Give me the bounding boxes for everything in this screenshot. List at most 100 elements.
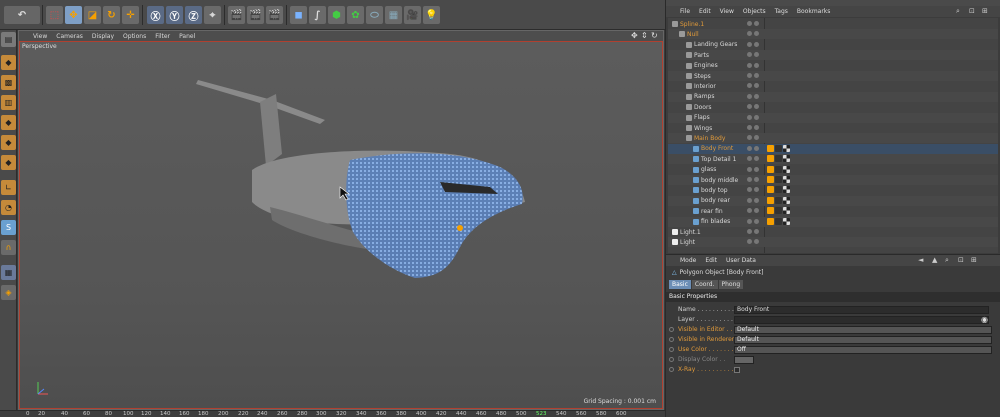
- render-visibility-dot[interactable]: [754, 166, 759, 172]
- tweak-mode-icon[interactable]: ◔: [1, 200, 16, 215]
- render-visibility-dot[interactable]: [754, 31, 759, 37]
- transform-icon[interactable]: ✛: [122, 6, 139, 24]
- array-icon[interactable]: ✿: [347, 6, 364, 24]
- editor-visibility-dot[interactable]: [747, 218, 752, 224]
- editor-visibility-dot[interactable]: [747, 83, 752, 89]
- edges-mode-icon[interactable]: ◆: [1, 135, 16, 150]
- coordinate-system-icon[interactable]: ⌖: [204, 6, 221, 24]
- scale-icon[interactable]: ◪: [84, 6, 101, 24]
- search-icon[interactable]: ⌕: [956, 7, 960, 16]
- editor-visibility-dot[interactable]: [747, 229, 752, 234]
- model-mode-icon[interactable]: ◆: [1, 55, 16, 70]
- material-tag-icon[interactable]: [775, 217, 782, 225]
- om-menu-bookmarks[interactable]: Bookmarks: [797, 8, 831, 15]
- phong-tag-icon[interactable]: [767, 176, 774, 183]
- zoom-view-icon[interactable]: ⇕: [641, 31, 648, 40]
- back-arrow-icon[interactable]: ◄: [918, 256, 923, 264]
- magnet-icon[interactable]: ∩: [1, 240, 16, 255]
- render-visibility-dot[interactable]: [754, 125, 759, 130]
- render-visibility-dot[interactable]: [754, 52, 759, 58]
- cube-icon[interactable]: ◼: [290, 6, 307, 24]
- render-visibility-dot[interactable]: [754, 62, 759, 68]
- render-visibility-dot[interactable]: [754, 104, 759, 110]
- viewport-menu-display[interactable]: Display: [92, 33, 114, 40]
- render-visibility-dot[interactable]: [754, 187, 759, 193]
- object-row[interactable]: Interior: [668, 81, 998, 91]
- texture-tag-icon[interactable]: [783, 186, 790, 194]
- object-row[interactable]: Flaps: [668, 112, 998, 123]
- render-visibility-dot[interactable]: [754, 177, 759, 182]
- render-visibility-dot[interactable]: [754, 156, 759, 162]
- render-visibility-dot[interactable]: [754, 73, 759, 78]
- display-color-swatch[interactable]: [734, 356, 754, 364]
- material-tag-icon[interactable]: [775, 176, 782, 183]
- phong-tag-icon[interactable]: [767, 207, 774, 215]
- texture-tag-icon[interactable]: [783, 207, 790, 215]
- material-tag-icon[interactable]: [775, 155, 782, 163]
- material-tag-icon[interactable]: [775, 196, 782, 204]
- editor-visibility-dot[interactable]: [747, 31, 752, 37]
- animate-toggle-icon[interactable]: [669, 357, 674, 362]
- editor-visibility-dot[interactable]: [747, 187, 752, 193]
- polygons-mode-icon[interactable]: ◆: [1, 155, 16, 170]
- material-tag-icon[interactable]: [775, 144, 782, 152]
- object-row[interactable]: Parts: [668, 50, 998, 61]
- object-row[interactable]: Main Body: [668, 133, 998, 144]
- layer-field[interactable]: [734, 316, 989, 324]
- tab-coord[interactable]: Coord.: [691, 280, 718, 289]
- x-axis-icon[interactable]: Ⓧ: [147, 6, 164, 24]
- render-settings-icon[interactable]: 🎬: [266, 6, 283, 24]
- render-view-icon[interactable]: 🎬: [228, 6, 245, 24]
- rotate-icon[interactable]: ↻: [103, 6, 120, 24]
- camera-icon[interactable]: 🎥: [404, 6, 421, 24]
- viewport-menu-options[interactable]: Options: [123, 33, 146, 40]
- object-row[interactable]: body rear: [668, 195, 998, 206]
- editor-visibility-dot[interactable]: [747, 21, 752, 26]
- texture-tag-icon[interactable]: [783, 144, 790, 152]
- phong-tag-icon[interactable]: [767, 196, 774, 204]
- render-visibility-dot[interactable]: [754, 208, 759, 214]
- object-row[interactable]: Wings: [668, 123, 998, 133]
- tab-basic[interactable]: Basic: [669, 280, 691, 289]
- render-visibility-dot[interactable]: [754, 145, 759, 151]
- om-menu-view[interactable]: View: [720, 8, 734, 15]
- object-row[interactable]: Landing Gears: [668, 40, 998, 50]
- object-row[interactable]: glass: [668, 165, 998, 175]
- phong-tag-icon[interactable]: [767, 144, 774, 152]
- om-menu-edit[interactable]: Edit: [699, 8, 711, 15]
- live-select-icon[interactable]: ⬚: [46, 6, 63, 24]
- render-visibility-dot[interactable]: [754, 41, 759, 47]
- phong-tag-icon[interactable]: [767, 155, 774, 163]
- animate-toggle-icon[interactable]: [669, 327, 674, 332]
- make-editable-icon[interactable]: ▤: [1, 32, 16, 47]
- subdivision-surface-icon[interactable]: ⬢: [328, 6, 345, 24]
- up-arrow-icon[interactable]: ▲: [932, 256, 937, 264]
- editor-visibility-dot[interactable]: [747, 73, 752, 78]
- animate-toggle-icon[interactable]: [669, 337, 674, 342]
- material-tag-icon[interactable]: [775, 207, 782, 215]
- viewport-menu-filter[interactable]: Filter: [155, 33, 170, 40]
- rotate-view-icon[interactable]: ↻: [651, 31, 658, 40]
- viewport-menu-panel[interactable]: Panel: [179, 33, 195, 40]
- workplane-icon[interactable]: ▥: [1, 95, 16, 110]
- om-menu-tags[interactable]: Tags: [775, 8, 788, 15]
- object-row[interactable]: rear fin: [668, 206, 998, 216]
- viewport-menu-cameras[interactable]: Cameras: [56, 33, 83, 40]
- object-row[interactable]: Spline.1: [668, 19, 998, 29]
- object-row[interactable]: body top: [668, 185, 998, 195]
- lock-icon[interactable]: ⊡: [969, 7, 975, 15]
- visible-editor-select[interactable]: Default: [734, 326, 992, 334]
- object-row[interactable]: Top Detail 1: [668, 154, 998, 165]
- editor-visibility-dot[interactable]: [747, 41, 752, 47]
- use-color-select[interactable]: Off: [734, 346, 992, 354]
- texture-tag-icon[interactable]: [783, 217, 790, 225]
- visible-renderer-select[interactable]: Default: [734, 336, 992, 344]
- object-row[interactable]: Doors: [668, 102, 998, 112]
- render-visibility-dot[interactable]: [754, 218, 759, 224]
- editor-visibility-dot[interactable]: [747, 239, 752, 245]
- viewport-menu-view[interactable]: View: [33, 33, 47, 40]
- texture-tag-icon[interactable]: [783, 176, 790, 183]
- editor-visibility-dot[interactable]: [747, 156, 752, 162]
- texture-tag-icon[interactable]: [783, 165, 790, 173]
- render-visibility-dot[interactable]: [754, 239, 759, 245]
